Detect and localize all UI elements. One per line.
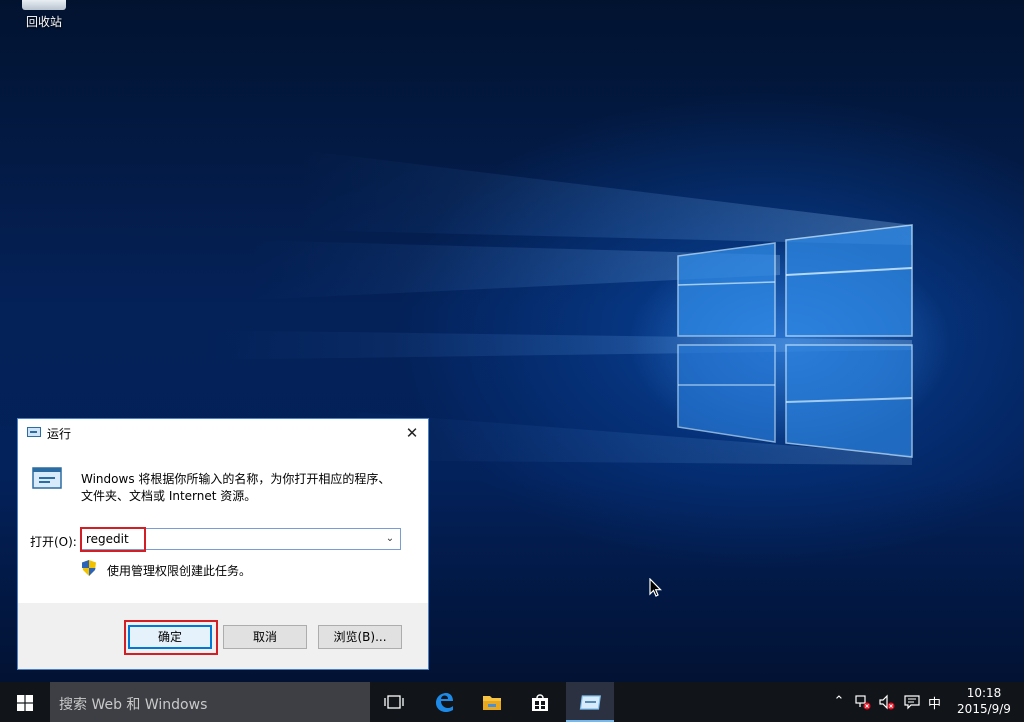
desktop: 回收站 运行 ✕ Windows 将根据你所输入的名称，为你打开相应的程序、 文… — [0, 0, 1024, 682]
taskbar: 搜索 Web 和 Windows ⌃ 中 10:18 2015/9/9 — [0, 682, 1024, 722]
dialog-title: 运行 — [47, 427, 72, 441]
run-dialog: 运行 ✕ Windows 将根据你所输入的名称，为你打开相应的程序、 文件夹、文… — [17, 418, 429, 670]
admin-note: 使用管理权限创建此任务。 — [107, 564, 252, 578]
windows-logo-icon — [17, 695, 33, 711]
browse-button[interactable]: 浏览(B)... — [318, 625, 402, 649]
run-icon — [27, 427, 41, 437]
action-center-icon[interactable] — [903, 694, 921, 710]
file-explorer-icon — [483, 696, 501, 710]
shield-icon — [82, 560, 96, 576]
show-hidden-icons-chevron-up-icon[interactable]: ⌃ — [830, 694, 848, 710]
recycle-bin-shortcut[interactable]: 回收站 — [14, 0, 74, 30]
start-button[interactable] — [0, 682, 50, 722]
store-button[interactable] — [516, 682, 564, 722]
task-view-icon — [384, 695, 404, 709]
mouse-cursor-icon — [649, 578, 662, 597]
network-disconnected-icon[interactable] — [854, 694, 872, 710]
taskbar-clock[interactable]: 10:18 2015/9/9 — [952, 685, 1016, 717]
recycle-bin-label: 回收站 — [25, 15, 62, 29]
open-label: 打开(O): — [30, 535, 77, 549]
dialog-body: Windows 将根据你所输入的名称，为你打开相应的程序、 文件夹、文档或 In… — [18, 447, 428, 603]
search-box[interactable]: 搜索 Web 和 Windows — [50, 682, 370, 722]
dialog-description: Windows 将根据你所输入的名称，为你打开相应的程序、 文件夹、文档或 In… — [81, 471, 411, 505]
open-combobox[interactable]: ⌄ — [81, 528, 401, 550]
dialog-button-bar: 确定 取消 浏览(B)... — [18, 603, 428, 669]
edge-button[interactable] — [420, 682, 468, 722]
search-placeholder: 搜索 Web 和 Windows — [59, 697, 208, 713]
clock-date: 2015/9/9 — [957, 702, 1011, 716]
file-explorer-button[interactable] — [468, 682, 516, 722]
recycle-bin-icon — [22, 0, 66, 10]
clock-time: 10:18 — [966, 686, 1002, 700]
ime-indicator[interactable]: 中 — [928, 693, 941, 712]
ok-button[interactable]: 确定 — [128, 625, 212, 649]
description-line-1: Windows 将根据你所输入的名称，为你打开相应的程序、 — [81, 472, 391, 486]
cancel-button[interactable]: 取消 — [223, 625, 307, 649]
run-icon — [579, 695, 601, 710]
run-program-icon — [32, 467, 62, 489]
dialog-titlebar[interactable]: 运行 ✕ — [18, 419, 428, 447]
store-icon — [532, 694, 548, 711]
chevron-down-icon[interactable]: ⌄ — [383, 531, 397, 547]
run-taskbar-button[interactable] — [566, 682, 614, 722]
open-input[interactable] — [86, 530, 376, 548]
description-line-2: 文件夹、文档或 Internet 资源。 — [81, 489, 257, 503]
task-view-button[interactable] — [370, 682, 418, 722]
volume-muted-icon[interactable] — [878, 694, 896, 710]
edge-icon — [436, 693, 453, 712]
close-button[interactable]: ✕ — [402, 423, 422, 443]
